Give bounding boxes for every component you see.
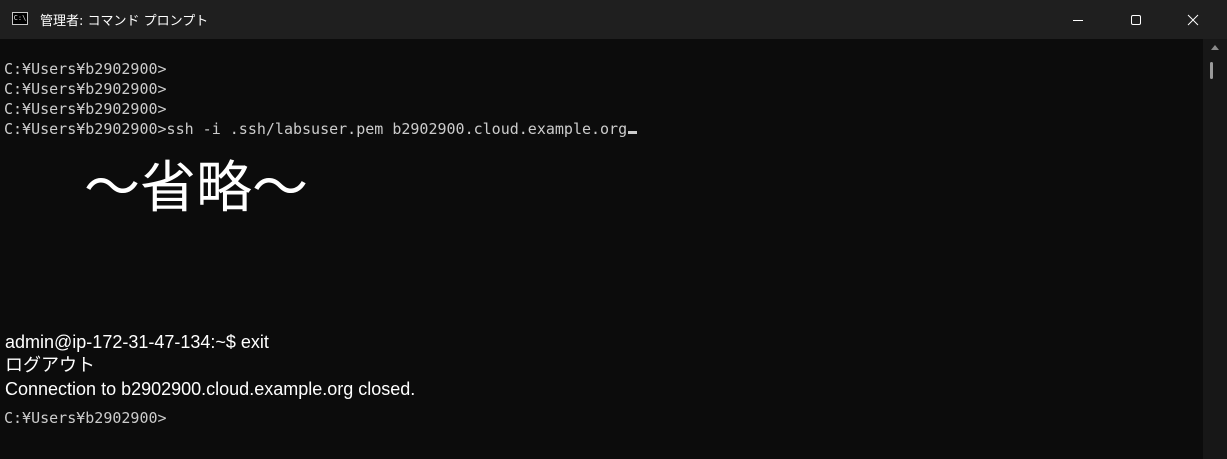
console-line: C:¥Users¥b2902900> bbox=[4, 60, 167, 78]
title-bar[interactable]: C:\ 管理者: コマンド プロンプト bbox=[0, 0, 1227, 39]
close-button[interactable] bbox=[1170, 0, 1216, 39]
command-prompt-icon: C:\ bbox=[12, 12, 28, 25]
close-icon bbox=[1187, 14, 1199, 25]
window-title: 管理者: コマンド プロンプト bbox=[40, 14, 209, 29]
console-command-text: C:¥Users¥b2902900>ssh -i .ssh/labsuser.p… bbox=[4, 120, 628, 138]
minimize-icon bbox=[1073, 19, 1083, 21]
maximize-button[interactable] bbox=[1113, 0, 1159, 39]
vertical-scrollbar[interactable] bbox=[1203, 39, 1227, 459]
command-prompt-window: C:\ 管理者: コマンド プロンプト C:¥Users¥b2902900> C… bbox=[0, 0, 1227, 459]
omitted-annotation: 〜省略〜 bbox=[84, 156, 308, 221]
session-line: admin@ip-172-31-47-134:~$ exit bbox=[5, 332, 269, 352]
console-line: C:¥Users¥b2902900> bbox=[4, 80, 167, 98]
session-line: ログアウト bbox=[5, 355, 95, 375]
maximize-icon bbox=[1131, 14, 1141, 25]
console-line: C:¥Users¥b2902900> bbox=[4, 100, 167, 118]
scrollbar-thumb[interactable] bbox=[1210, 62, 1213, 79]
console-output[interactable]: C:¥Users¥b2902900> C:¥Users¥b2902900> C:… bbox=[0, 39, 1203, 459]
console-command-line: C:¥Users¥b2902900>ssh -i .ssh/labsuser.p… bbox=[4, 119, 638, 139]
scroll-up-arrow-icon[interactable] bbox=[1211, 45, 1219, 50]
text-cursor bbox=[628, 131, 638, 134]
minimize-button[interactable] bbox=[1055, 0, 1101, 39]
session-line: Connection to b2902900.cloud.example.org… bbox=[5, 379, 416, 399]
final-prompt-line: C:¥Users¥b2902900> bbox=[4, 409, 167, 427]
